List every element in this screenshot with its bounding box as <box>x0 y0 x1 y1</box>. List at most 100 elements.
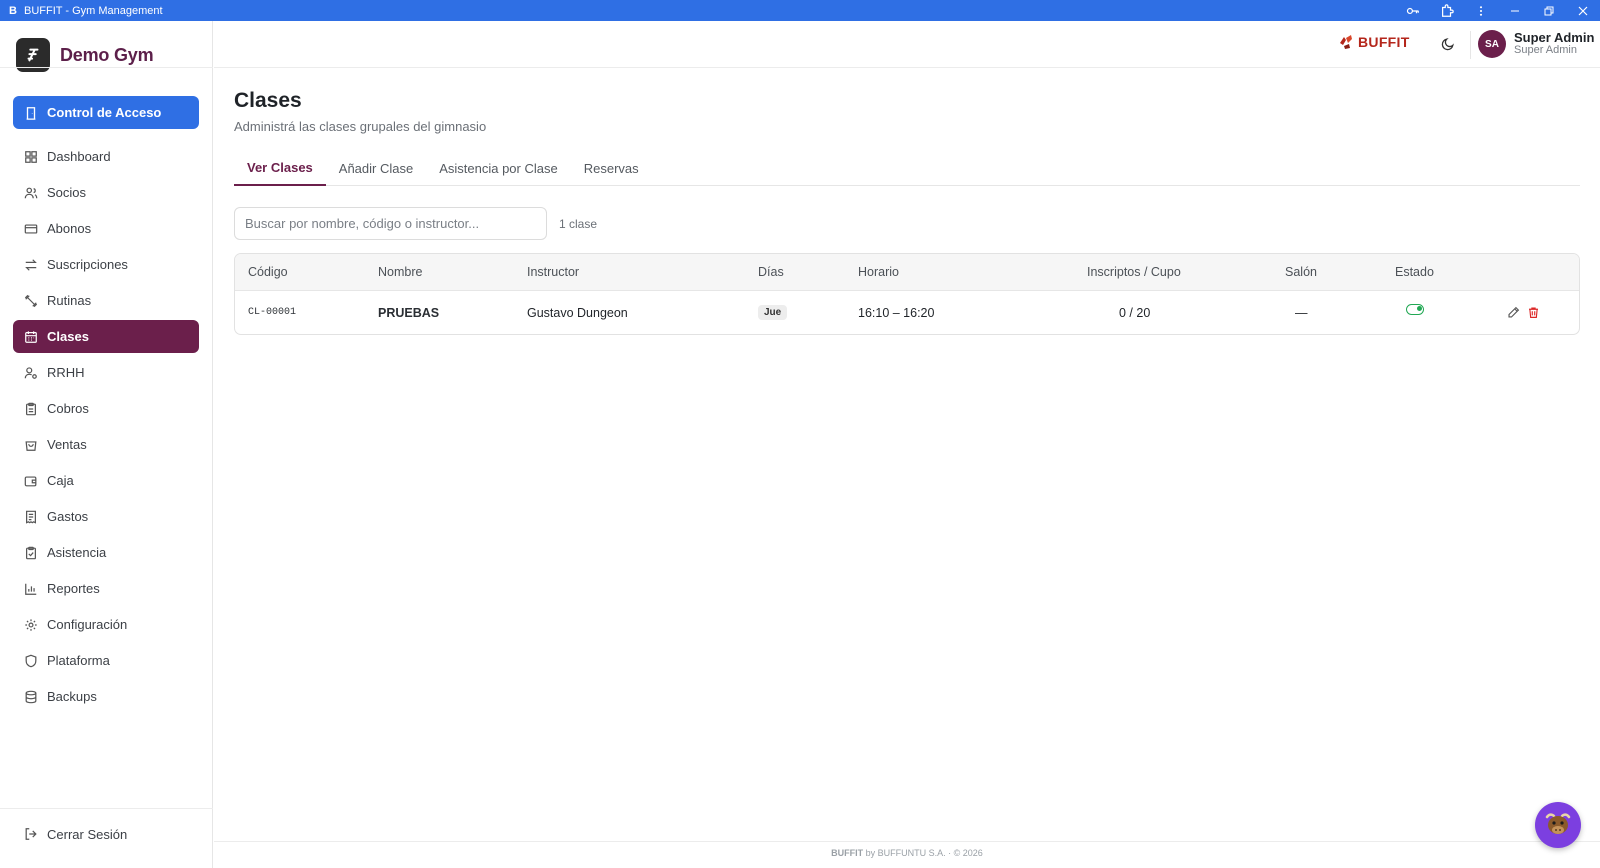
sidebar-item-label: Caja <box>47 473 74 488</box>
sidebar: Demo Gym Control de Acceso Dashboard Soc… <box>0 21 213 868</box>
theme-toggle-moon-icon[interactable] <box>1438 34 1458 54</box>
table-header: Código Nombre Instructor Días Horario In… <box>235 254 1579 291</box>
brand[interactable]: Demo Gym <box>0 32 212 78</box>
sidebar-item-reportes[interactable]: Reportes <box>13 572 199 605</box>
sidebar-item-label: Cobros <box>47 401 89 416</box>
buffit-logo: BUFFIT <box>1338 33 1410 51</box>
sidebar-item-plataforma[interactable]: Plataforma <box>13 644 199 677</box>
tab-ver-clases[interactable]: Ver Clases <box>234 151 326 186</box>
tabs: Ver Clases Añadir Clase Asistencia por C… <box>234 151 1580 186</box>
page-title: Clases <box>234 89 302 112</box>
sidebar-item-rrhh[interactable]: RRHH <box>13 356 199 389</box>
mascot-assistant-button[interactable] <box>1535 802 1581 848</box>
col-header-schedule[interactable]: Horario <box>858 265 899 279</box>
sidebar-nav: Dashboard Socios Abonos Suscripciones Ru… <box>13 140 199 716</box>
sidebar-item-label: Asistencia <box>47 545 107 560</box>
window-title: BUFFIT - Gym Management <box>24 4 163 17</box>
sidebar-item-label: Configuración <box>47 617 128 632</box>
classes-table: Código Nombre Instructor Días Horario In… <box>234 253 1580 335</box>
sidebar-item-dashboard[interactable]: Dashboard <box>13 140 199 173</box>
gear-icon <box>23 617 39 633</box>
clipboard-icon <box>23 401 39 417</box>
footer-brand: BUFFIT <box>831 848 864 858</box>
card-icon <box>23 221 39 237</box>
buffit-wordmark: BUFFIT <box>1358 34 1410 50</box>
header-separator <box>1470 31 1471 59</box>
table-row[interactable]: CL-00001 PRUEBAS Gustavo Dungeon Jue 16:… <box>235 291 1579 334</box>
col-header-enrolled[interactable]: Inscriptos / Cupo <box>1087 265 1181 279</box>
tab-reservas[interactable]: Reservas <box>571 151 652 186</box>
sidebar-item-ventas[interactable]: Ventas <box>13 428 199 461</box>
sidebar-item-asistencia[interactable]: Asistencia <box>13 536 199 569</box>
col-header-instructor[interactable]: Instructor <box>527 265 579 279</box>
col-header-days[interactable]: Días <box>758 265 784 279</box>
sidebar-item-backups[interactable]: Backups <box>13 680 199 713</box>
cell-name: PRUEBAS <box>378 305 440 320</box>
buffit-mark-icon <box>1338 33 1356 51</box>
close-icon[interactable] <box>1566 0 1600 21</box>
sidebar-item-label: Suscripciones <box>47 257 128 272</box>
more-vertical-icon[interactable] <box>1464 0 1498 21</box>
user-name: Super Admin <box>1514 30 1595 45</box>
logout-button[interactable]: Cerrar Sesión <box>23 826 127 842</box>
sidebar-item-socios[interactable]: Socios <box>13 176 199 209</box>
page-subtitle: Administrá las clases grupales del gimna… <box>234 119 487 134</box>
avatar[interactable]: SA <box>1478 30 1506 58</box>
key-icon[interactable] <box>1396 0 1430 21</box>
users-icon <box>23 185 39 201</box>
footer-text: by BUFFUNTU S.A. · © 2026 <box>863 848 983 858</box>
sidebar-item-label: Clases <box>47 329 89 344</box>
sidebar-item-cobros[interactable]: Cobros <box>13 392 199 425</box>
col-header-status[interactable]: Estado <box>1395 265 1434 279</box>
brand-divider <box>0 67 213 68</box>
col-header-room[interactable]: Salón <box>1285 265 1317 279</box>
status-toggle-icon[interactable] <box>1406 304 1424 315</box>
sidebar-item-abonos[interactable]: Abonos <box>13 212 199 245</box>
sidebar-item-label: Plataforma <box>47 653 110 668</box>
sidebar-item-clases[interactable]: Clases <box>13 320 199 353</box>
window-controls <box>1396 0 1600 21</box>
search-input[interactable] <box>234 207 547 240</box>
cell-days-badge: Jue <box>758 305 788 320</box>
user-cog-icon <box>23 365 39 381</box>
access-control-button[interactable]: Control de Acceso <box>13 96 199 129</box>
tab-asistencia-por-clase[interactable]: Asistencia por Clase <box>426 151 571 186</box>
cell-enrolled: 0 / 20 <box>1119 305 1151 320</box>
logout-divider <box>0 808 213 809</box>
restore-icon[interactable] <box>1532 0 1566 21</box>
minimize-icon[interactable] <box>1498 0 1532 21</box>
door-icon <box>23 105 39 121</box>
brand-name: Demo Gym <box>60 44 154 65</box>
sidebar-item-configuracion[interactable]: Configuración <box>13 608 199 641</box>
sidebar-item-label: Rutinas <box>47 293 92 308</box>
sidebar-item-label: Backups <box>47 689 97 704</box>
extensions-icon[interactable] <box>1430 0 1464 21</box>
sidebar-item-label: Dashboard <box>47 149 111 164</box>
cell-code: CL-00001 <box>248 307 297 318</box>
app-glyph: B <box>9 4 17 17</box>
sidebar-item-caja[interactable]: Caja <box>13 464 199 497</box>
col-header-name[interactable]: Nombre <box>378 265 422 279</box>
sidebar-item-label: Gastos <box>47 509 89 524</box>
arrows-icon <box>23 257 39 273</box>
sidebar-item-suscripciones[interactable]: Suscripciones <box>13 248 199 281</box>
delete-trash-icon[interactable] <box>1525 305 1541 321</box>
access-control-label: Control de Acceso <box>47 105 162 120</box>
sidebar-item-gastos[interactable]: Gastos <box>13 500 199 533</box>
cell-room: — <box>1295 305 1308 320</box>
logout-label: Cerrar Sesión <box>47 826 128 842</box>
user-menu[interactable]: Super Admin Super Admin <box>1514 31 1594 56</box>
sidebar-item-label: Abonos <box>47 221 92 236</box>
footer: BUFFIT by BUFFUNTU S.A. · © 2026 <box>214 848 1600 858</box>
footer-divider <box>214 841 1600 842</box>
user-role: Super Admin <box>1514 43 1577 56</box>
sidebar-item-label: RRHH <box>47 365 85 380</box>
sidebar-item-rutinas[interactable]: Rutinas <box>13 284 199 317</box>
bar-chart-icon <box>23 581 39 597</box>
col-header-code[interactable]: Código <box>248 265 288 279</box>
bull-mascot-icon <box>1542 808 1574 843</box>
tab-anadir-clase[interactable]: Añadir Clase <box>326 151 426 186</box>
edit-pencil-icon[interactable] <box>1505 305 1521 321</box>
cell-instructor: Gustavo Dungeon <box>527 305 628 320</box>
sidebar-item-label: Socios <box>47 185 87 200</box>
